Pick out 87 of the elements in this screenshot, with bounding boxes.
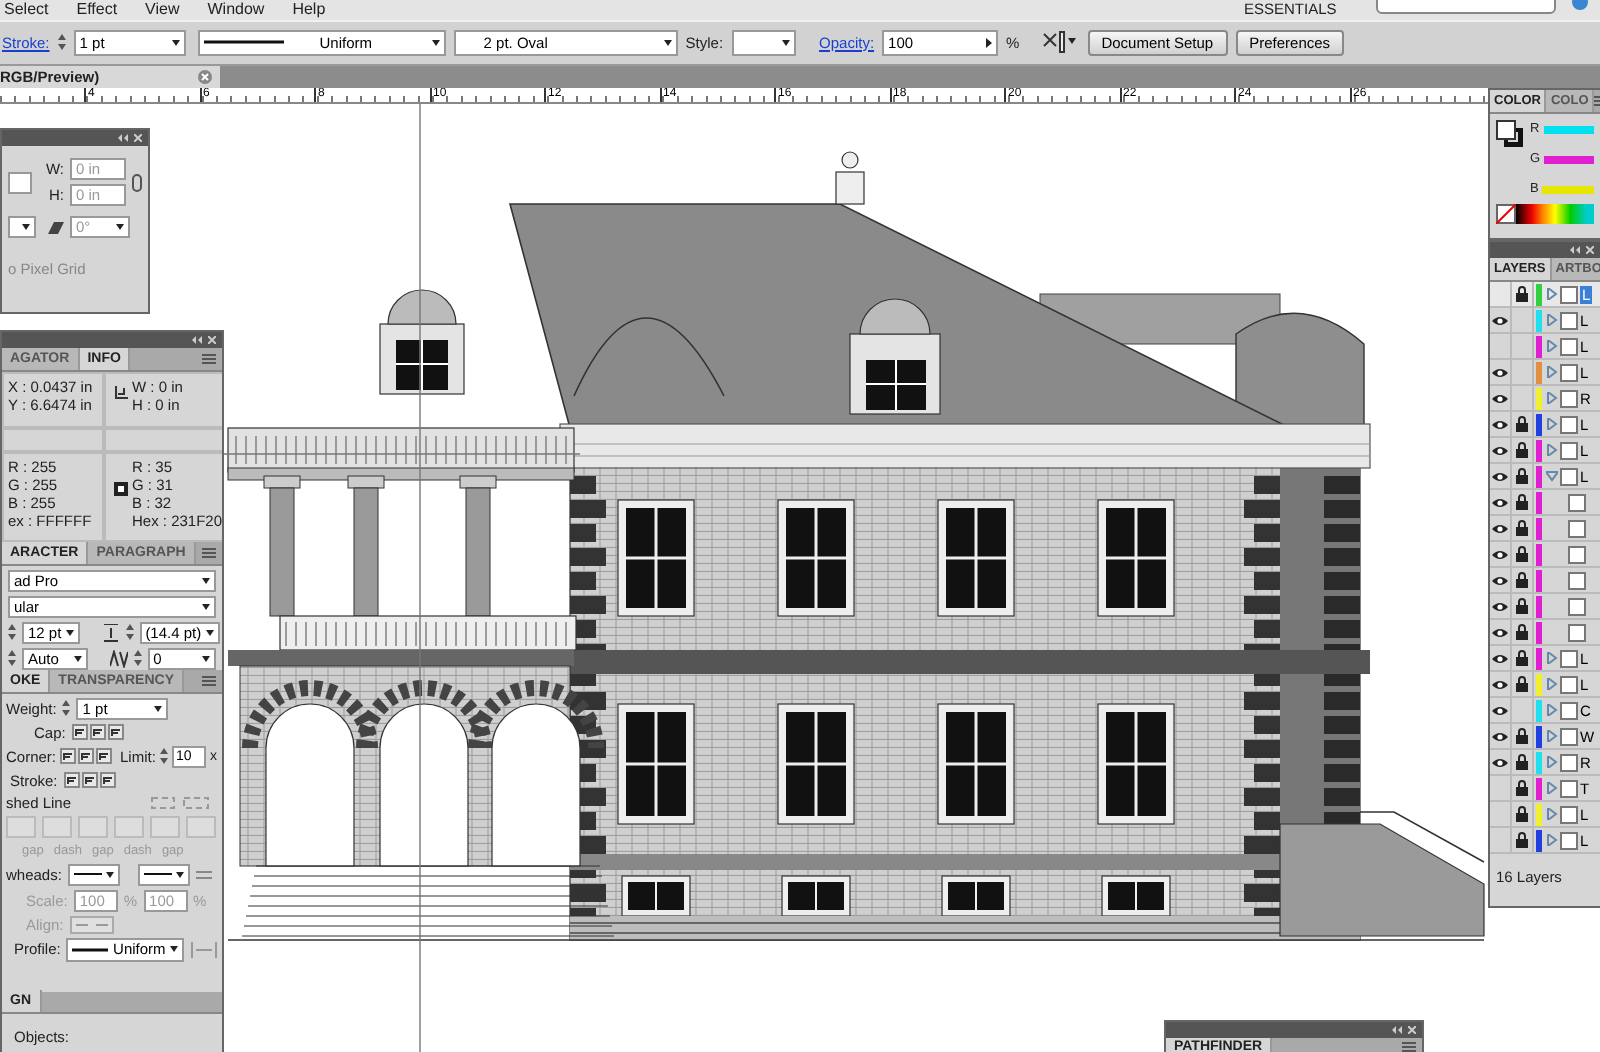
- corner-icon: [96, 748, 113, 765]
- flip-icon: [190, 941, 218, 958]
- layer-row[interactable]: [1490, 568, 1600, 594]
- line-icon: [72, 947, 109, 952]
- close-icon: [134, 134, 142, 142]
- close-icon: [208, 335, 216, 344]
- color-slider[interactable]: [1544, 155, 1594, 163]
- corner-icon: [60, 748, 77, 765]
- shear-icon: [48, 221, 64, 233]
- panel-menu-icon: [202, 675, 216, 686]
- dash-field[interactable]: [150, 815, 180, 838]
- spinner-icon: [62, 700, 71, 717]
- arrow-icon: [986, 37, 993, 47]
- layer-row[interactable]: [1490, 490, 1600, 516]
- corner-icon: [78, 748, 95, 765]
- panel-menu-icon: [202, 353, 216, 364]
- close-icon: [1408, 1026, 1416, 1034]
- leading-icon: [101, 623, 120, 642]
- fill-stroke-icon: [1496, 120, 1524, 148]
- search-field[interactable]: [1376, 0, 1556, 14]
- stroke-line-icon: [203, 38, 284, 46]
- caret-icon: [202, 655, 210, 662]
- layer-row[interactable]: [1490, 620, 1600, 646]
- spinner-icon: [8, 624, 16, 641]
- size-icon: [114, 385, 128, 400]
- panel-menu-icon: [202, 547, 216, 558]
- color-slider[interactable]: [1542, 185, 1594, 193]
- menu-item[interactable]: View: [145, 0, 180, 18]
- x-field[interactable]: [8, 171, 32, 193]
- caret-icon: [205, 629, 214, 636]
- caret-icon: [116, 224, 124, 230]
- menu-item[interactable]: Effect: [76, 0, 118, 18]
- spinner-icon: [133, 650, 142, 667]
- collapse-icon: [1570, 246, 1580, 254]
- arrow-align-icon: [69, 915, 114, 934]
- caret-icon: [431, 39, 440, 45]
- collapse-icon: [118, 134, 128, 142]
- caret-icon: [781, 39, 790, 45]
- align-stroke-icon: [99, 772, 116, 789]
- tracking-icon: [109, 649, 128, 668]
- none-swatch-icon: [1496, 204, 1516, 224]
- help-icon: [1572, 0, 1588, 12]
- caret-icon: [171, 39, 180, 45]
- rotate-field[interactable]: [8, 216, 36, 238]
- menu-item[interactable]: Help: [292, 0, 326, 18]
- close-icon: [198, 70, 212, 84]
- spinner-icon: [57, 34, 66, 50]
- cap-icon: [107, 724, 124, 741]
- style-dropdown[interactable]: [731, 29, 796, 55]
- align-stroke-icon: [81, 772, 98, 789]
- dash-field[interactable]: [186, 815, 216, 838]
- arrowhead-dropdown[interactable]: [67, 863, 120, 886]
- caret-icon: [105, 871, 114, 878]
- stroke-swatch-icon: [114, 481, 128, 496]
- caret-icon: [65, 629, 74, 636]
- layer-row[interactable]: [1490, 516, 1600, 542]
- dash-field[interactable]: [114, 815, 144, 838]
- dash-field[interactable]: [42, 815, 72, 838]
- spinner-icon: [8, 650, 16, 667]
- cap-icon: [71, 724, 88, 741]
- color-spectrum[interactable]: [1516, 204, 1594, 224]
- color-slider[interactable]: [1543, 125, 1594, 133]
- link-icon: [132, 173, 142, 191]
- spinner-icon: [125, 624, 134, 641]
- menu-item[interactable]: Window: [207, 0, 265, 18]
- line-icon: [143, 872, 172, 877]
- layer-row[interactable]: [1490, 594, 1600, 620]
- cap-icon: [89, 724, 106, 741]
- arrowhead-dropdown[interactable]: [137, 863, 190, 886]
- menu-item[interactable]: Select: [4, 0, 49, 18]
- panel-menu-icon: [1402, 1042, 1416, 1052]
- dash-corner-icon: [150, 795, 210, 810]
- layer-row[interactable]: [1490, 542, 1600, 568]
- caret-icon: [176, 871, 184, 878]
- line-icon: [73, 872, 102, 877]
- dash-field[interactable]: [6, 815, 36, 838]
- caret-icon: [154, 705, 163, 712]
- caret-icon: [202, 603, 210, 610]
- caret-icon: [22, 224, 30, 230]
- dash-field[interactable]: [78, 815, 108, 838]
- caret-icon: [202, 577, 210, 584]
- caret-icon: [663, 39, 672, 45]
- close-icon: [1586, 246, 1594, 254]
- collapse-icon: [1392, 1026, 1402, 1034]
- caret-icon: [73, 655, 82, 662]
- align-stroke-icon: [63, 772, 80, 789]
- caret-icon: [169, 946, 178, 953]
